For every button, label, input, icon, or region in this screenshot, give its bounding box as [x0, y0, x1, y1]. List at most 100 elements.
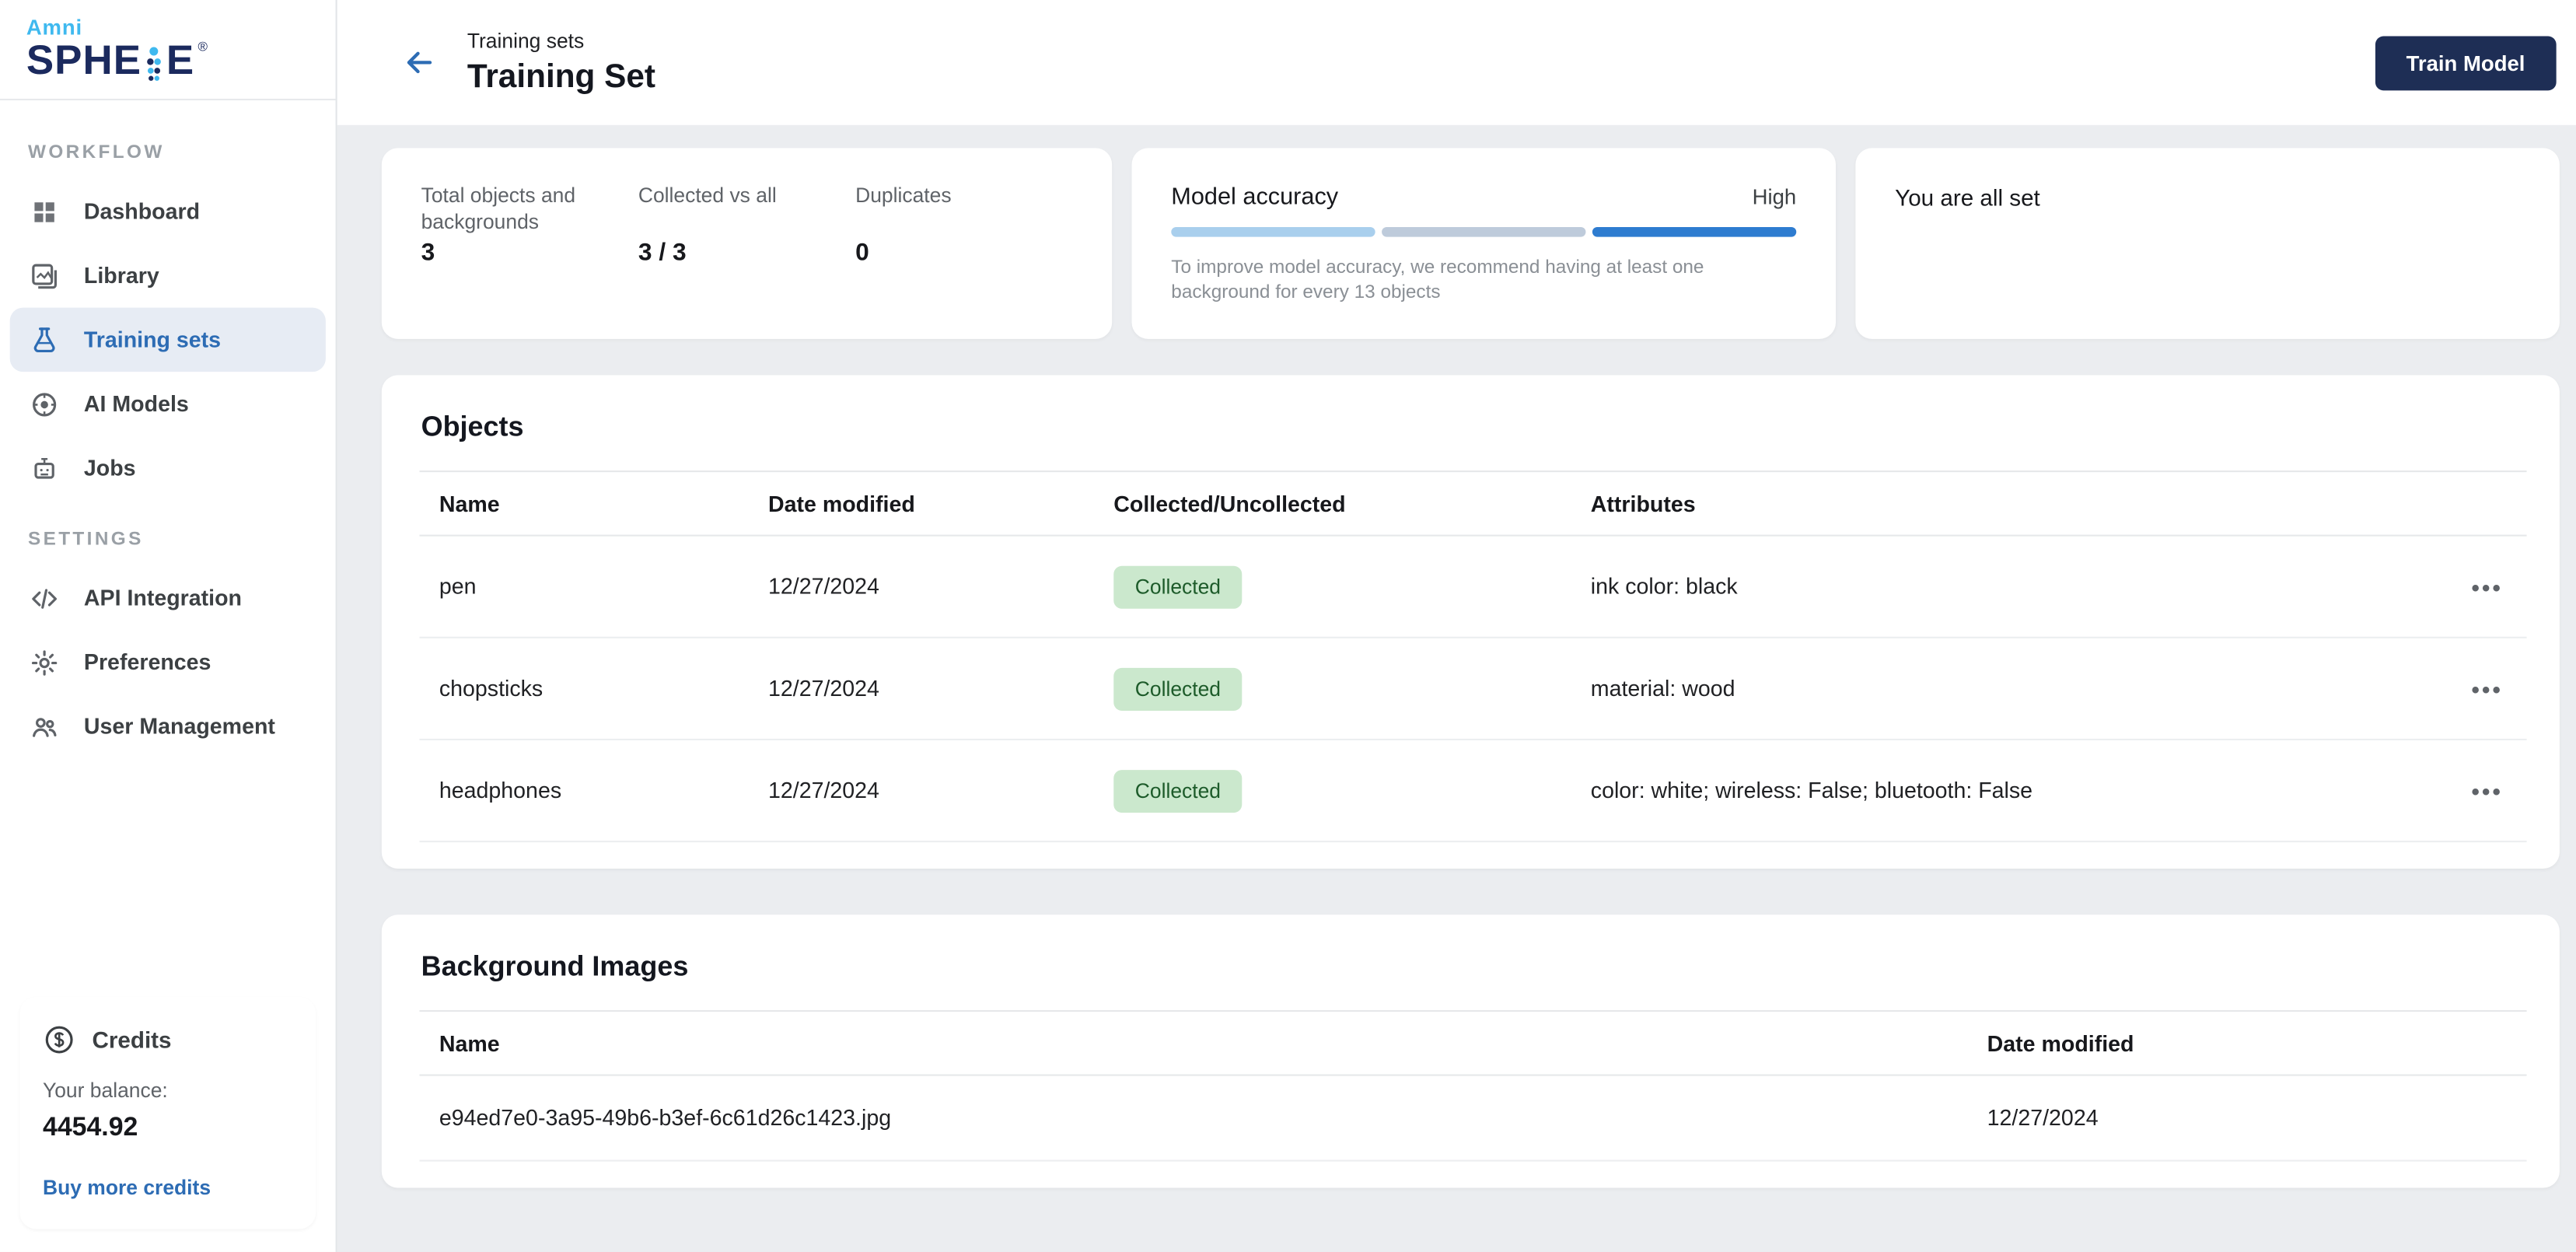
object-name: headphones: [419, 778, 748, 803]
stat-duplicates: Duplicates 0: [855, 184, 1072, 267]
objects-title: Objects: [421, 411, 2527, 444]
sidebar-item-label: Dashboard: [84, 199, 200, 224]
stats-row: Total objects and backgrounds 3 Collecte…: [382, 148, 2560, 338]
sidebar-item-training-sets[interactable]: Training sets: [10, 308, 326, 372]
stat-value: 3 / 3: [638, 239, 855, 267]
ai-model-icon: [28, 387, 61, 420]
stat-collected-vs-all: Collected vs all 3 / 3: [638, 184, 855, 267]
nav-section-workflow: WORKFLOW: [28, 143, 336, 163]
stat-value: 3: [421, 239, 638, 267]
accuracy-label: Model accuracy: [1171, 184, 1338, 211]
brand-amni: Amni: [26, 15, 309, 40]
progress-segment: [1592, 227, 1796, 237]
background-filename: e94ed7e0-3a95-49b6-b3ef-6c61d26c1423.jpg: [419, 1106, 1967, 1131]
nav-section-settings: SETTINGS: [28, 530, 336, 549]
column-header-date: Date modified: [749, 491, 1094, 516]
column-header-status: Collected/Uncollected: [1094, 491, 1571, 516]
credits-title: Credits: [92, 1026, 171, 1053]
stat-label: Total objects and backgrounds: [421, 184, 638, 236]
dashboard-icon: [28, 195, 61, 228]
objects-section: Objects Name Date modified Collected/Unc…: [382, 375, 2560, 869]
object-name: pen: [419, 574, 748, 599]
object-attributes: color: white; wireless: False; bluetooth…: [1571, 778, 2448, 803]
app-window: Amni SPHE E ® WORKFLOW: [0, 0, 2576, 1252]
column-header-attributes: Attributes: [1571, 491, 2448, 516]
status-badge: Collected: [1113, 667, 1242, 710]
sidebar-item-label: Preferences: [84, 650, 211, 675]
content: Total objects and backgrounds 3 Collecte…: [337, 125, 2576, 1252]
ready-text: You are all set: [1895, 184, 2520, 211]
buy-credits-link[interactable]: Buy more credits: [43, 1177, 293, 1200]
stat-total-objects: Total objects and backgrounds 3: [421, 184, 638, 267]
back-button[interactable]: [392, 34, 448, 90]
sidebar-item-label: Library: [84, 263, 159, 288]
stat-label: Collected vs all: [638, 184, 855, 236]
accuracy-progress-bar: [1171, 227, 1796, 237]
flask-icon: [28, 323, 61, 356]
person-logo-icon: [143, 46, 165, 82]
stat-label: Duplicates: [855, 184, 1072, 236]
brand-logo: Amni SPHE E ®: [0, 0, 336, 100]
column-header-date: Date modified: [1967, 1030, 2526, 1055]
users-icon: [28, 710, 61, 743]
object-attributes: material: wood: [1571, 677, 2448, 701]
sidebar-item-user-management[interactable]: User Management: [10, 694, 326, 759]
sidebar-item-label: API Integration: [84, 586, 242, 610]
totals-card: Total objects and backgrounds 3 Collecte…: [382, 148, 1112, 338]
row-menu-button[interactable]: •••: [2448, 573, 2527, 600]
sidebar-item-label: AI Models: [84, 392, 189, 417]
status-badge: Collected: [1113, 565, 1242, 608]
brand-sphere-pre: SPHE: [26, 41, 142, 82]
background-images-section: Background Images Name Date modified e94…: [382, 915, 2560, 1187]
sidebar-item-jobs[interactable]: Jobs: [10, 436, 326, 501]
brand-sphere: SPHE E ®: [26, 41, 309, 82]
sidebar-item-library[interactable]: Library: [10, 243, 326, 308]
progress-segment: [1171, 227, 1375, 237]
sidebar: Amni SPHE E ® WORKFLOW: [0, 0, 337, 1252]
brand-registered-mark: ®: [197, 41, 208, 54]
row-menu-button[interactable]: •••: [2448, 675, 2527, 701]
sidebar-item-ai-models[interactable]: AI Models: [10, 372, 326, 436]
sidebar-item-dashboard[interactable]: Dashboard: [10, 180, 326, 244]
sidebar-item-preferences[interactable]: Preferences: [10, 630, 326, 694]
status-badge: Collected: [1113, 769, 1242, 812]
object-date: 12/27/2024: [749, 574, 1094, 599]
sidebar-item-label: Training sets: [84, 327, 221, 352]
column-header-name: Name: [419, 1030, 1967, 1055]
background-date: 12/27/2024: [1967, 1106, 2526, 1131]
accuracy-level: High: [1753, 184, 1797, 209]
object-date: 12/27/2024: [749, 677, 1094, 701]
row-menu-button[interactable]: •••: [2448, 778, 2527, 804]
balance-label: Your balance:: [43, 1079, 293, 1103]
object-attributes: ink color: black: [1571, 574, 2448, 599]
gear-icon: [28, 645, 61, 678]
object-name: chopsticks: [419, 677, 748, 701]
dollar-circle-icon: [43, 1023, 75, 1056]
train-model-button[interactable]: Train Model: [2375, 35, 2556, 89]
sidebar-item-label: User Management: [84, 714, 275, 739]
page-title: Training Set: [467, 58, 655, 96]
status-card: You are all set: [1855, 148, 2559, 338]
accuracy-note: To improve model accuracy, we recommend …: [1171, 257, 1796, 306]
table-row: e94ed7e0-3a95-49b6-b3ef-6c61d26c1423.jpg…: [419, 1076, 2526, 1162]
table-row: pen 12/27/2024 Collected ink color: blac…: [419, 537, 2526, 638]
sidebar-item-label: Jobs: [84, 456, 136, 481]
progress-segment: [1382, 227, 1585, 237]
title-block: Training sets Training Set: [467, 29, 655, 96]
credits-card: Credits Your balance: 4454.92 Buy more c…: [19, 997, 316, 1229]
backgrounds-table-header: Name Date modified: [419, 1010, 2526, 1076]
background-images-title: Background Images: [421, 951, 2527, 984]
table-row: headphones 12/27/2024 Collected color: w…: [419, 740, 2526, 842]
credits-header: Credits: [43, 1023, 293, 1056]
code-icon: [28, 582, 61, 614]
brand-sphere-post: E: [166, 41, 194, 82]
balance-value: 4454.92: [43, 1114, 293, 1143]
main-area: Training sets Training Set Train Model T…: [337, 0, 2576, 1252]
sidebar-nav: WORKFLOW Dashboard Library Training sets: [0, 100, 336, 758]
model-accuracy-card: Model accuracy High To improve model acc…: [1132, 148, 1836, 338]
arrow-left-icon: [401, 44, 438, 81]
breadcrumb: Training sets: [467, 29, 655, 52]
objects-table-header: Name Date modified Collected/Uncollected…: [419, 470, 2526, 537]
table-row: chopsticks 12/27/2024 Collected material…: [419, 638, 2526, 740]
sidebar-item-api-integration[interactable]: API Integration: [10, 566, 326, 631]
